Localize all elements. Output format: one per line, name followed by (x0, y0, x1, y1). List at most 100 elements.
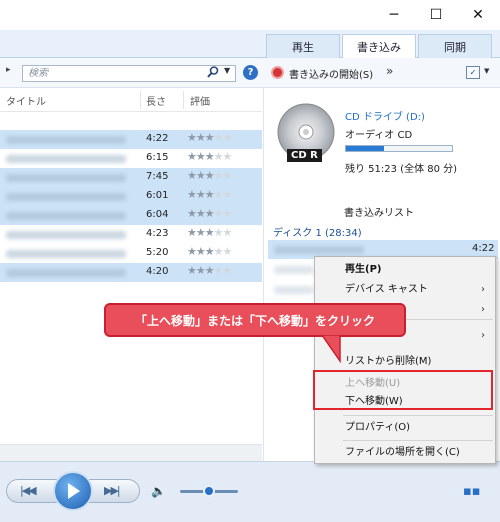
callout-pointer (321, 335, 341, 363)
star-icon[interactable]: ★ (223, 226, 233, 239)
blurred-title (6, 231, 126, 239)
volume-slider-thumb[interactable] (203, 485, 215, 497)
help-icon[interactable]: ? (243, 65, 258, 80)
star-icon[interactable]: ★ (223, 150, 233, 163)
previous-icon[interactable]: |◀◀ (20, 484, 37, 497)
menu-item-properties[interactable]: プロパティ(O) (315, 417, 495, 439)
chevron-left-icon[interactable]: ▸ (6, 65, 11, 75)
star-icon[interactable]: ★ (196, 131, 206, 144)
rating-stars[interactable]: ★★★★★ (187, 264, 233, 277)
more-chevron-icon[interactable]: » (386, 64, 393, 78)
tab-sync[interactable]: 同期 (418, 34, 492, 58)
star-icon[interactable]: ★ (187, 131, 197, 144)
star-icon[interactable]: ★ (196, 207, 206, 220)
star-icon[interactable]: ★ (205, 245, 215, 258)
tab-burn[interactable]: 書き込み (342, 34, 416, 59)
library-list: 4:22 ★★★★★ 6:15 ★★★★★ 7:45 ★★★★★ 6:01 ★★★★★ 6:04… (0, 130, 262, 282)
disc-type-label: CD R (287, 149, 322, 162)
drive-name-link[interactable]: CD ドライブ (D:) (345, 108, 425, 123)
burn-options-icon[interactable]: ✓ (466, 66, 480, 79)
submenu-arrow-icon: › (481, 330, 485, 341)
blurred-title (6, 193, 126, 201)
rating-stars[interactable]: ★★★★★ (187, 188, 233, 201)
track-length: 6:15 (146, 152, 169, 163)
menu-item-open-location[interactable]: ファイルの場所を開く(C) (315, 442, 495, 464)
star-icon[interactable]: ★ (214, 188, 224, 201)
remaining-time: 残り 51:23 (全体 80 分) (345, 164, 458, 175)
tab-play[interactable]: 再生 (266, 34, 340, 58)
star-icon[interactable]: ★ (196, 150, 206, 163)
star-icon[interactable]: ★ (187, 245, 197, 258)
star-icon[interactable]: ★ (205, 150, 215, 163)
table-row[interactable]: 6:15 ★★★★★ (0, 149, 262, 168)
star-icon[interactable]: ★ (187, 264, 197, 277)
next-icon[interactable]: ▶▶| (104, 484, 121, 497)
column-divider (140, 91, 141, 109)
star-icon[interactable]: ★ (205, 169, 215, 182)
star-icon[interactable]: ★ (214, 207, 224, 220)
rating-stars[interactable]: ★★★★★ (187, 169, 233, 182)
table-row[interactable]: 4:22 ★★★★★ (0, 130, 262, 149)
star-icon[interactable]: ★ (205, 226, 215, 239)
search-input[interactable]: 検索 (22, 65, 236, 82)
star-icon[interactable]: ★ (214, 245, 224, 258)
close-button[interactable]: ✕ (456, 0, 500, 30)
star-icon[interactable]: ★ (205, 264, 215, 277)
volume-icon[interactable]: 🔈 (151, 484, 166, 498)
star-icon[interactable]: ★ (205, 207, 215, 220)
star-icon[interactable]: ★ (205, 131, 215, 144)
star-icon[interactable]: ★ (187, 226, 197, 239)
table-row[interactable]: 5:20 ★★★★★ (0, 244, 262, 263)
column-divider (183, 91, 184, 109)
star-icon[interactable]: ★ (196, 245, 206, 258)
menu-item-play[interactable]: 再生(P) (315, 259, 495, 281)
burn-list-row[interactable] (268, 280, 314, 299)
table-row[interactable]: 6:01 ★★★★★ (0, 187, 262, 206)
rating-stars[interactable]: ★★★★★ (187, 226, 233, 239)
rating-stars[interactable]: ★★★★★ (187, 150, 233, 163)
star-icon[interactable]: ★ (205, 188, 215, 201)
blurred-title (6, 174, 126, 182)
rating-stars[interactable]: ★★★★★ (187, 245, 233, 258)
star-icon[interactable]: ★ (223, 188, 233, 201)
star-icon[interactable]: ★ (196, 264, 206, 277)
star-icon[interactable]: ★ (223, 169, 233, 182)
table-row[interactable]: 7:45 ★★★★★ (0, 168, 262, 187)
rating-stars[interactable]: ★★★★★ (187, 131, 233, 144)
star-icon[interactable]: ★ (187, 207, 197, 220)
star-icon[interactable]: ★ (223, 207, 233, 220)
column-header-title[interactable]: タイトル (6, 93, 46, 108)
star-icon[interactable]: ★ (196, 188, 206, 201)
star-icon[interactable]: ★ (196, 226, 206, 239)
search-dropdown-icon[interactable]: ▼ (224, 66, 230, 75)
star-icon[interactable]: ★ (223, 264, 233, 277)
star-icon[interactable]: ★ (187, 169, 197, 182)
burn-options-dropdown-icon[interactable]: ▼ (484, 67, 489, 75)
star-icon[interactable]: ★ (214, 131, 224, 144)
search-icon[interactable] (206, 65, 220, 79)
column-header-length[interactable]: 長さ (146, 93, 166, 108)
star-icon[interactable]: ★ (187, 150, 197, 163)
minimize-button[interactable]: ─ (372, 0, 416, 30)
track-length: 6:01 (146, 190, 169, 201)
star-icon[interactable]: ★ (214, 150, 224, 163)
tab-strip: 再生 書き込み 同期 (0, 30, 500, 59)
menu-item-cast[interactable]: デバイス キャスト › (315, 279, 495, 301)
star-icon[interactable]: ★ (187, 188, 197, 201)
switch-view-icon[interactable]: ▪▪ (463, 484, 481, 499)
star-icon[interactable]: ★ (223, 245, 233, 258)
burn-list-row[interactable] (268, 260, 314, 279)
table-row[interactable]: 4:20 ★★★★★ (0, 263, 262, 282)
star-icon[interactable]: ★ (214, 264, 224, 277)
rating-stars[interactable]: ★★★★★ (187, 207, 233, 220)
star-icon[interactable]: ★ (214, 169, 224, 182)
column-header-rating[interactable]: 評価 (190, 93, 210, 108)
maximize-button[interactable]: ☐ (414, 0, 458, 30)
star-icon[interactable]: ★ (214, 226, 224, 239)
table-row[interactable]: 6:04 ★★★★★ (0, 206, 262, 225)
play-button[interactable] (53, 471, 93, 511)
table-row[interactable]: 4:23 ★★★★★ (0, 225, 262, 244)
star-icon[interactable]: ★ (196, 169, 206, 182)
star-icon[interactable]: ★ (223, 131, 233, 144)
start-burn-button[interactable]: 書き込みの開始(S) (289, 66, 373, 81)
